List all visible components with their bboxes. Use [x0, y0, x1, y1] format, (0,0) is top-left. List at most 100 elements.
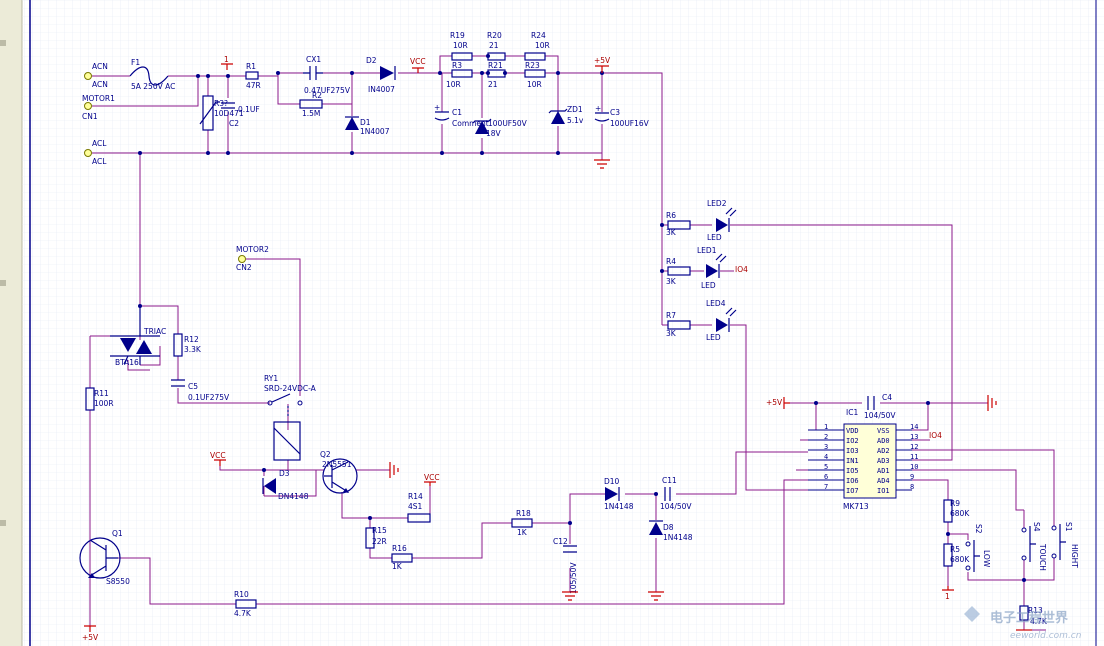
ic-pin-number: 4 [824, 453, 828, 461]
r21-ref: R21 [488, 61, 503, 70]
panel-marker [0, 520, 6, 526]
ic-pin-number: 7 [824, 483, 828, 491]
schematic-sheet[interactable]: ACN ACN MOTOR1 CN1 ACL ACL MOTOR2 CN2 F1… [0, 0, 1104, 646]
label-motor1: MOTOR1 [82, 94, 115, 103]
r11-value: 100R [94, 399, 114, 408]
c1-ref: C1 [452, 108, 462, 117]
r18-value: 1K [517, 528, 528, 537]
led4-value: LED [706, 333, 721, 342]
svg-text:1: 1 [945, 592, 950, 601]
ic-pin-name: IO3 [846, 447, 859, 455]
s1-ref: S1 [1064, 522, 1073, 532]
ic-pin-number: 1 [824, 423, 828, 431]
led4-ref: LED4 [706, 299, 726, 308]
ic-pin-name: IO6 [846, 477, 859, 485]
label-cn2: CN2 [236, 263, 252, 272]
watermark-url: eeworld.com.cn [1010, 631, 1082, 641]
c2-ref: C2 [229, 119, 239, 128]
rly-value: SRD-24VDC-A [264, 384, 317, 393]
r7-ref: R7 [666, 311, 676, 320]
s4-value: TOUCH [1038, 543, 1047, 571]
r21-value: 21 [488, 80, 498, 89]
svg-text:+5V: +5V [594, 56, 611, 65]
ic-pin-name: AD1 [877, 467, 890, 475]
r18-ref: R18 [516, 509, 531, 518]
svg-text:电子工程世界: 电子工程世界 [990, 610, 1068, 626]
ic-pin-number: 11 [910, 453, 918, 461]
ic-pin-name: IO2 [846, 437, 859, 445]
c2-value: 0.1UF [238, 105, 260, 114]
r4-ref: R4 [666, 257, 676, 266]
r20-ref: R20 [487, 31, 502, 40]
s1-value: HIGHT [1070, 544, 1079, 568]
svg-text:+: + [434, 103, 440, 112]
ic-pin-number: 2 [824, 433, 828, 441]
ic-pin-name: IO1 [877, 487, 890, 495]
io4-ic-label: IO4 [929, 431, 942, 440]
ic-pin-number: 13 [910, 433, 918, 441]
triac-value: BTA16 [115, 358, 139, 367]
svg-text:1: 1 [224, 55, 229, 64]
label-cn1: CN1 [82, 112, 98, 121]
r10-ref: R10 [234, 590, 249, 599]
d3-value: DN4148 [278, 492, 309, 501]
r24-value: 10R [535, 41, 550, 50]
d10-ref: D10 [604, 477, 620, 486]
r1-value: 47R [246, 81, 261, 90]
r12-ref: R12 [184, 335, 199, 344]
rly-ref: RY1 [264, 374, 278, 383]
schematic-editor: { "colors": {"wire":"#8b1a8b","component… [0, 0, 1104, 646]
svg-text:+: + [595, 104, 601, 113]
svg-text:+5V: +5V [766, 398, 783, 407]
svg-text:VCC: VCC [424, 473, 440, 482]
r5-ref: R5 [950, 545, 960, 554]
led1-value: LED [701, 281, 716, 290]
r6-ref: R6 [666, 211, 676, 220]
r23-ref: R23 [525, 61, 540, 70]
label-motor2: MOTOR2 [236, 245, 269, 254]
grid [22, 0, 1104, 646]
s4-ref: S4 [1032, 522, 1041, 532]
panel-marker [0, 40, 6, 46]
svg-text:VCC: VCC [210, 451, 226, 460]
d8-ref: D8 [663, 523, 674, 532]
r23-value: 10R [527, 80, 542, 89]
label-acn-a: ACN [92, 62, 108, 71]
c5-ref: C5 [188, 382, 198, 391]
ic-pin-number: 9 [910, 473, 914, 481]
ic-pin-number: 6 [824, 473, 828, 481]
triac-ref: TRIAC [143, 327, 166, 336]
r12-value: 3.3K [184, 345, 202, 354]
r4-value: 3K [666, 277, 677, 286]
r1-ref: R1 [246, 62, 256, 71]
r24-ref: R24 [531, 31, 546, 40]
c4-ref: C4 [882, 393, 892, 402]
r14-value: 4S1 [408, 502, 423, 511]
ic-pin-number: 12 [910, 443, 918, 451]
r15-ref: R15 [372, 526, 387, 535]
label-acn-b: ACN [92, 80, 108, 89]
c3-value: 100UF16V [610, 119, 650, 128]
zd1-value: 5.1v [567, 116, 584, 125]
ic1-ref: IC1 [846, 408, 858, 417]
r7-value: 3K [666, 329, 677, 338]
r10-value: 4.7K [234, 609, 252, 618]
f1-ref: F1 [131, 58, 140, 67]
zd1-ref: ZD1 [567, 105, 583, 114]
c11-ref: C11 [662, 476, 677, 485]
s2-value: LOW [982, 550, 991, 568]
zd-18-value: 18V [486, 129, 502, 138]
r3-value: 10R [446, 80, 461, 89]
f1-value: 5A 250V AC [131, 82, 175, 91]
ic-pin-number: 5 [824, 463, 828, 471]
panel-marker [0, 280, 6, 286]
ic-pin-name: AD4 [877, 477, 890, 485]
ic-pin-name: IO7 [846, 487, 859, 495]
c11-value: 104/50V [660, 502, 692, 511]
led2-ref: LED2 [707, 199, 727, 208]
r19-value: 10R [453, 41, 468, 50]
r6-value: 3K [666, 228, 677, 237]
led1-ref: LED1 [697, 246, 717, 255]
r16-ref: R16 [392, 544, 407, 553]
r9-value: 680K [950, 509, 970, 518]
